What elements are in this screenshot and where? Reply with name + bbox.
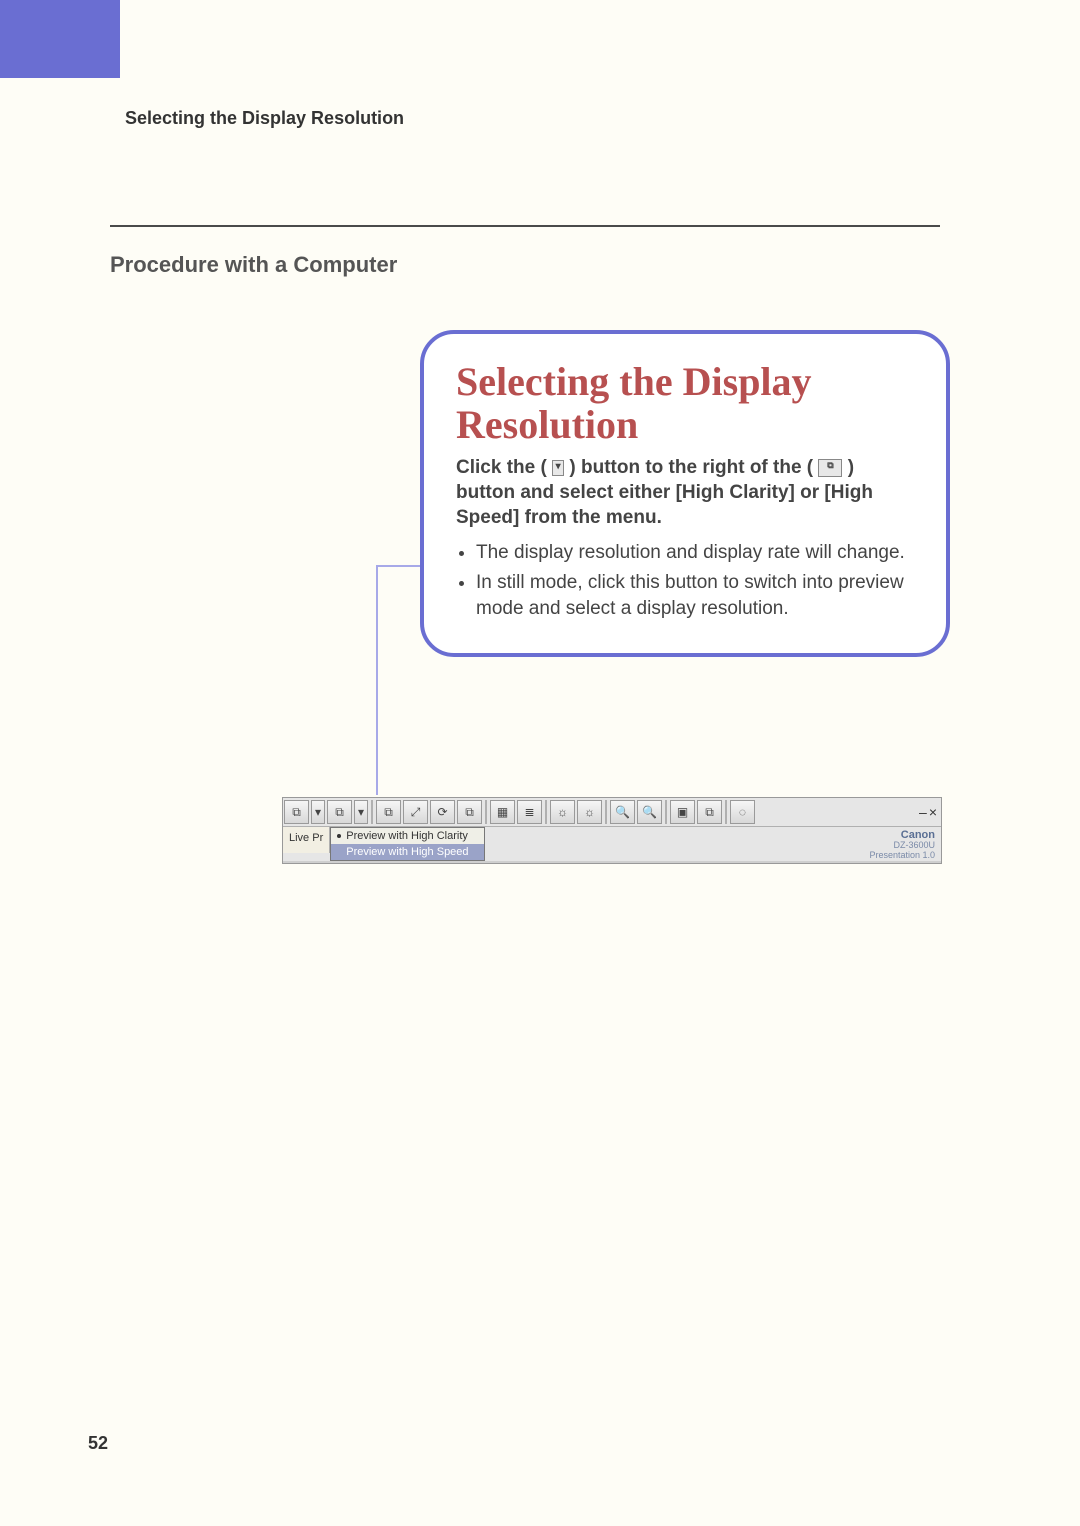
dropdown-item-high-speed[interactable]: Preview with High Speed [331, 844, 484, 860]
camera-mode-icon: ⧉ [818, 459, 842, 477]
callout-lead-text: ) button to the right of the ( [569, 457, 813, 478]
app-toolbar-screenshot: ⧉ ▾ ⧉ ▾ ⧉ ⤢ ⟳ ⧉ ▦ ≣ ☼ ☼ 🔍 🔍 ▣ ⧉ ◌ – [282, 797, 942, 864]
toolbar-button[interactable]: ▦ [490, 800, 515, 824]
toolbar-button[interactable]: ▣ [670, 800, 695, 824]
toolbar-button[interactable]: ⧉ [697, 800, 722, 824]
toolbar-button[interactable]: ⤢ [403, 800, 428, 824]
callout-bullet: The display resolution and display rate … [476, 540, 914, 566]
dropdown-item-label: Preview with High Clarity [346, 830, 468, 842]
zoom-in-icon[interactable]: 🔍 [637, 800, 662, 824]
toolbar-dropdown-toggle[interactable]: ▾ [354, 800, 368, 824]
brightness-down-icon[interactable]: ☼ [550, 800, 575, 824]
toolbar-separator [371, 800, 373, 824]
dropdown-item-label: Preview with High Speed [346, 846, 468, 858]
resolution-dropdown-menu: Preview with High Clarity Preview with H… [330, 827, 485, 861]
toolbar-button[interactable]: ⧉ [284, 800, 309, 824]
toolbar-button[interactable]: ⧉ [376, 800, 401, 824]
toolbar-separator [665, 800, 667, 824]
toolbar-separator [725, 800, 727, 824]
close-button[interactable]: × [929, 804, 937, 820]
toolbar-separator [485, 800, 487, 824]
toolbar-button[interactable]: ≣ [517, 800, 542, 824]
brand-product: Presentation 1.0 [869, 851, 935, 861]
brightness-up-icon[interactable]: ☼ [577, 800, 602, 824]
callout-lead-text: Click the ( [456, 457, 547, 478]
callout-title: Selecting the Display Resolution [456, 360, 914, 446]
toolbar-button[interactable]: ◌ [730, 800, 755, 824]
callout-connector [376, 565, 378, 795]
dropdown-item-high-clarity[interactable]: Preview with High Clarity [331, 828, 484, 844]
toolbar-button[interactable]: ⟳ [430, 800, 455, 824]
section-rule [110, 225, 940, 227]
callout-bullet-list: The display resolution and display rate … [456, 540, 914, 621]
subsection-heading: Procedure with a Computer [110, 252, 397, 278]
page-edge-tab [0, 0, 120, 78]
callout-bullet: In still mode, click this button to swit… [476, 570, 914, 621]
dropdown-arrow-icon: ▾ [552, 460, 564, 476]
zoom-out-icon[interactable]: 🔍 [610, 800, 635, 824]
toolbar-status-row: Live Pr Preview with High Clarity Previe… [283, 827, 941, 861]
toolbar-button[interactable]: ⧉ [327, 800, 352, 824]
toolbar-dropdown-toggle[interactable]: ▾ [311, 800, 325, 824]
live-preview-label: Live Pr [283, 827, 330, 853]
window-controls: – × [919, 798, 941, 826]
selected-dot-placeholder [337, 850, 341, 854]
page-number: 52 [88, 1433, 108, 1454]
manual-page: Selecting the Display Resolution Procedu… [0, 0, 1080, 1526]
minimize-button[interactable]: – [919, 804, 927, 820]
toolbar-icon-row: ⧉ ▾ ⧉ ▾ ⧉ ⤢ ⟳ ⧉ ▦ ≣ ☼ ☼ 🔍 🔍 ▣ ⧉ ◌ – [283, 798, 941, 827]
toolbar-separator [545, 800, 547, 824]
toolbar-separator [605, 800, 607, 824]
toolbar-button[interactable]: ⧉ [457, 800, 482, 824]
instruction-callout: Selecting the Display Resolution Click t… [420, 330, 950, 657]
callout-connector [376, 565, 424, 567]
selected-dot-icon [337, 834, 341, 838]
callout-lead: Click the ( ▾ ) button to the right of t… [456, 456, 914, 530]
brand-info: Canon DZ-3600U Presentation 1.0 [869, 829, 935, 861]
page-header: Selecting the Display Resolution [125, 108, 404, 129]
